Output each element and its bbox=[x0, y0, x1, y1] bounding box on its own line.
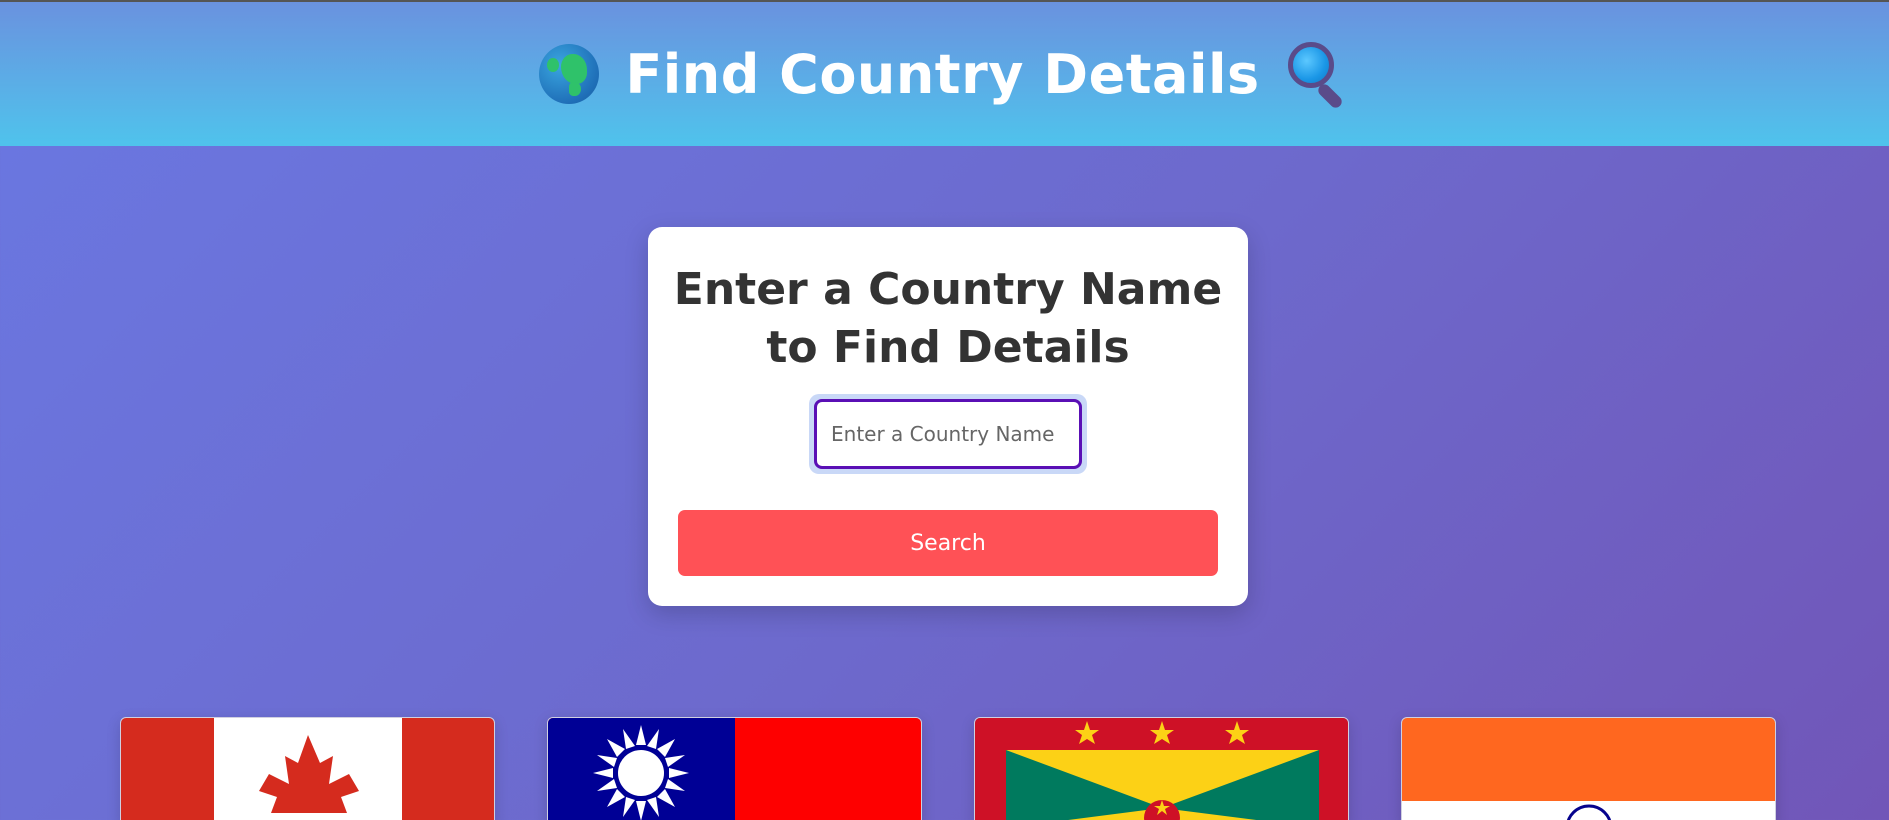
flag-card-india[interactable] bbox=[1401, 717, 1776, 820]
flag-card-taiwan[interactable] bbox=[547, 717, 922, 820]
page-header: Find Country Details bbox=[0, 2, 1889, 146]
flag-card-canada[interactable] bbox=[120, 717, 495, 820]
taiwan-flag-icon bbox=[548, 718, 921, 820]
search-input-focus-ring bbox=[809, 394, 1087, 474]
header-title-row: Find Country Details bbox=[539, 42, 1350, 111]
magnifier-icon bbox=[1286, 42, 1350, 111]
flag-card-grenada[interactable] bbox=[974, 717, 1349, 820]
india-flag-icon bbox=[1402, 718, 1775, 820]
search-card: Enter a Country Name to Find Details Sea… bbox=[648, 227, 1248, 606]
page-title: Find Country Details bbox=[625, 42, 1260, 106]
globe-icon bbox=[539, 44, 600, 104]
search-button[interactable]: Search bbox=[678, 510, 1218, 576]
search-card-heading: Enter a Country Name to Find Details bbox=[673, 264, 1223, 373]
canada-flag-icon bbox=[121, 718, 494, 820]
grenada-flag-icon bbox=[975, 718, 1348, 820]
country-search-input[interactable] bbox=[814, 399, 1082, 469]
